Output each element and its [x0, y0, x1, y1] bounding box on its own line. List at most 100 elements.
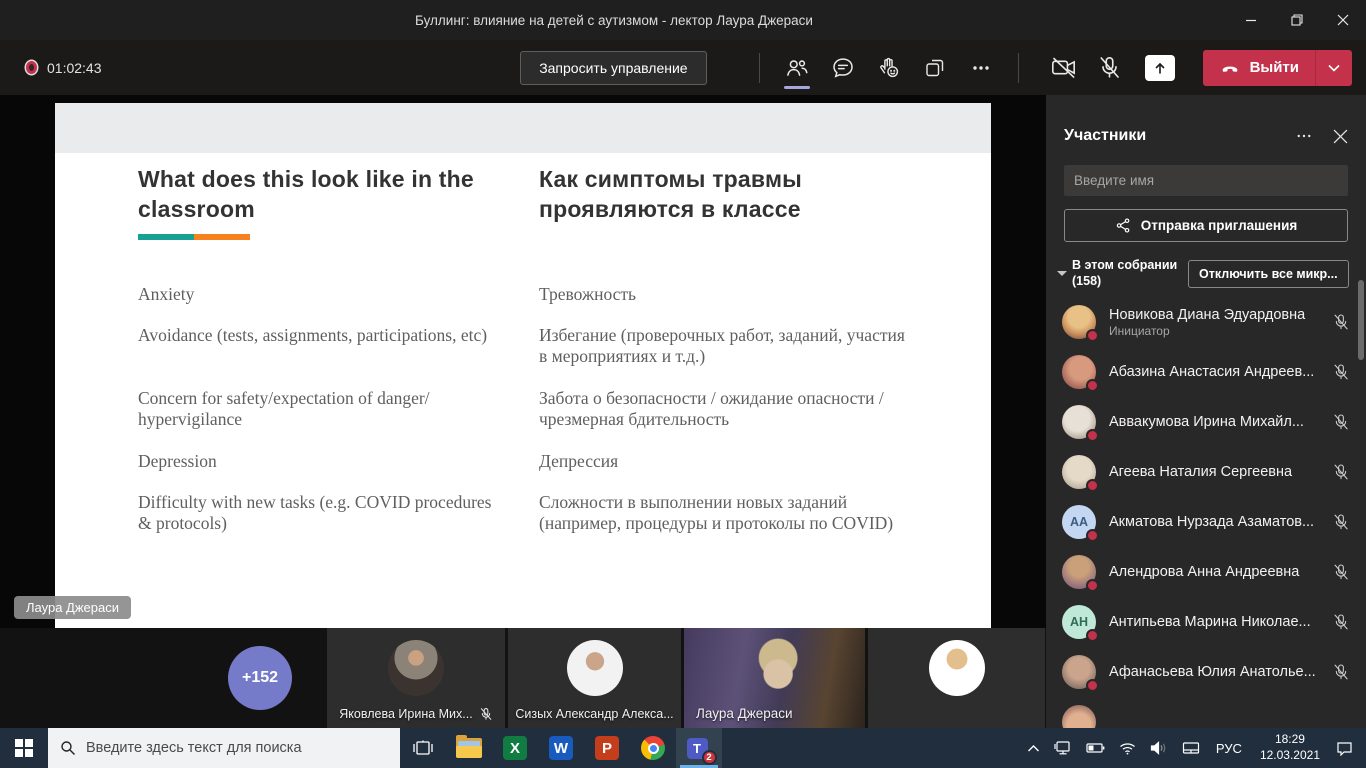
word-icon: W [549, 736, 573, 760]
participant-row[interactable]: Абазина Анастасия Андреев... [1046, 347, 1366, 397]
restore-icon [1291, 14, 1303, 26]
tray-battery-icon[interactable] [1079, 728, 1112, 768]
mic-off-icon[interactable] [1332, 563, 1350, 581]
mic-off-icon[interactable] [1332, 413, 1350, 431]
participant-row[interactable]: Афанасьева Юлия Анатолье... [1046, 647, 1366, 697]
presence-busy-dot [1086, 629, 1099, 643]
participant-row[interactable]: АН Антипьева Марина Николае... [1046, 597, 1366, 647]
tray-language-indicator[interactable]: РУС [1207, 728, 1251, 768]
tray-clock[interactable]: 18:29 12.03.2021 [1251, 728, 1329, 768]
participant-search[interactable] [1064, 165, 1348, 196]
window-title: Буллинг: влияние на детей с аутизмом - л… [415, 12, 813, 28]
teams-notification-badge: 2 [701, 749, 717, 765]
mic-off-icon[interactable] [1332, 513, 1350, 531]
video-tile[interactable]: Сизых Александр Алекса... [508, 628, 681, 728]
tray-time: 18:29 [1274, 732, 1305, 747]
mic-off-button[interactable] [1087, 45, 1133, 91]
breakout-rooms-button[interactable] [912, 45, 958, 91]
taskbar-search-input[interactable] [86, 740, 388, 756]
panel-scrollbar[interactable] [1358, 280, 1364, 360]
mic-off-icon[interactable] [1332, 463, 1350, 481]
leave-button[interactable]: Выйти [1203, 50, 1315, 86]
tray-wifi-icon[interactable] [1112, 728, 1143, 768]
chrome-button[interactable] [630, 728, 676, 768]
action-center-button[interactable] [1329, 728, 1360, 768]
avatar-initials: АА [1062, 505, 1099, 543]
meeting-toolbar: 01:02:43 Запросить управление Выйти [0, 40, 1366, 95]
panel-more-button[interactable] [1295, 127, 1313, 145]
teams-button-active[interactable]: T 2 [676, 728, 722, 768]
presence-busy-dot [1086, 479, 1099, 493]
presence-busy-dot [1086, 429, 1099, 443]
minimize-button[interactable] [1228, 0, 1274, 40]
slide-row: Avoidance (tests, assignments, participa… [138, 325, 968, 368]
mic-off-icon[interactable] [1332, 613, 1350, 631]
start-button[interactable] [0, 728, 48, 768]
file-explorer-button[interactable] [446, 728, 492, 768]
recording-indicator: 01:02:43 [26, 60, 102, 76]
people-icon [786, 59, 808, 76]
powerpoint-button[interactable]: P [584, 728, 630, 768]
search-icon [61, 741, 75, 755]
teams-icon: T 2 [686, 736, 717, 765]
chat-button[interactable] [820, 45, 866, 91]
share-arrow-icon [1155, 62, 1164, 74]
video-tile-live[interactable]: Лаура Джераси [684, 628, 865, 728]
excel-button[interactable]: X [492, 728, 538, 768]
participant-row[interactable]: Агеева Наталия Сергеевна [1046, 447, 1366, 497]
leave-options-button[interactable] [1316, 50, 1352, 86]
presence-busy-dot [1086, 579, 1099, 593]
participant-row[interactable]: Аввакумова Ирина Михайл... [1046, 397, 1366, 447]
tray-show-hidden-icons[interactable] [1020, 728, 1047, 768]
participant-row[interactable]: АА Акматова Нурзада Азаматов... [1046, 497, 1366, 547]
close-button[interactable] [1320, 0, 1366, 40]
video-tile[interactable]: Яковлева Ирина Мих... [327, 628, 505, 728]
slide-heading-ru: Как симптомы травмы проявляются в классе [539, 166, 802, 222]
chat-icon [832, 57, 853, 78]
mute-all-button[interactable]: Отключить все микр... [1188, 259, 1349, 288]
avatar [566, 640, 623, 696]
tray-volume-icon[interactable] [1143, 728, 1175, 768]
send-invite-button[interactable]: Отправка приглашения [1064, 209, 1348, 242]
word-button[interactable]: W [538, 728, 584, 768]
tray-network-pc-icon[interactable] [1047, 728, 1079, 768]
mic-off-icon[interactable] [1332, 363, 1350, 381]
toolbar-divider [758, 52, 760, 83]
taskbar-search[interactable] [48, 728, 400, 768]
slide-row: Anxiety Тревожность [138, 284, 968, 305]
tray-touchpad-icon[interactable] [1175, 728, 1207, 768]
more-options-button[interactable] [958, 45, 1004, 91]
participant-name: Новикова Диана Эдуардовна [1109, 306, 1306, 323]
task-view-button[interactable] [400, 728, 446, 768]
slide-item-ru: Депрессия [539, 450, 619, 471]
camera-off-button[interactable] [1041, 45, 1087, 91]
slide-row: Depression Депрессия [138, 451, 968, 472]
mic-off-icon[interactable] [1332, 313, 1350, 331]
stop-presenting-button[interactable] [1144, 54, 1175, 81]
slide-top-band [55, 103, 991, 153]
panel-close-button[interactable] [1333, 129, 1348, 144]
video-tile[interactable] [868, 628, 1045, 728]
chevron-up-icon [1027, 744, 1039, 751]
request-control-button[interactable]: Запросить управление [520, 50, 707, 85]
slide-item-en: Avoidance (tests, assignments, participa… [138, 325, 488, 346]
reactions-button[interactable] [866, 45, 912, 91]
participant-name: Антипьева Марина Николае... [1109, 614, 1311, 631]
folder-icon [456, 735, 482, 758]
chrome-icon [641, 736, 665, 760]
tile-participant-name: Лаура Джераси [696, 706, 793, 721]
participant-row[interactable]: Новикова Диана Эдуардовна Инициатор [1046, 297, 1366, 347]
leave-button-group: Выйти [1202, 49, 1352, 86]
participant-search-input[interactable] [1064, 165, 1348, 196]
presenter-name-badge: Лаура Джераси [14, 596, 131, 619]
participant-name: Агеева Наталия Сергеевна [1109, 464, 1293, 481]
mic-off-icon[interactable] [1332, 663, 1350, 681]
overflow-participants-badge[interactable]: +152 [228, 646, 292, 710]
restore-button[interactable] [1274, 0, 1320, 40]
participants-button[interactable] [774, 45, 820, 91]
participant-row[interactable]: Алендрова Анна Андреевна [1046, 547, 1366, 597]
video-filmstrip: +152 Яковлева Ирина Мих... Сизых Алексан… [0, 628, 1046, 728]
section-collapse-button[interactable] [1052, 270, 1072, 277]
slide-item-en: Difficulty with new tasks (e.g. COVID pr… [138, 491, 492, 534]
presence-busy-dot [1086, 329, 1099, 343]
